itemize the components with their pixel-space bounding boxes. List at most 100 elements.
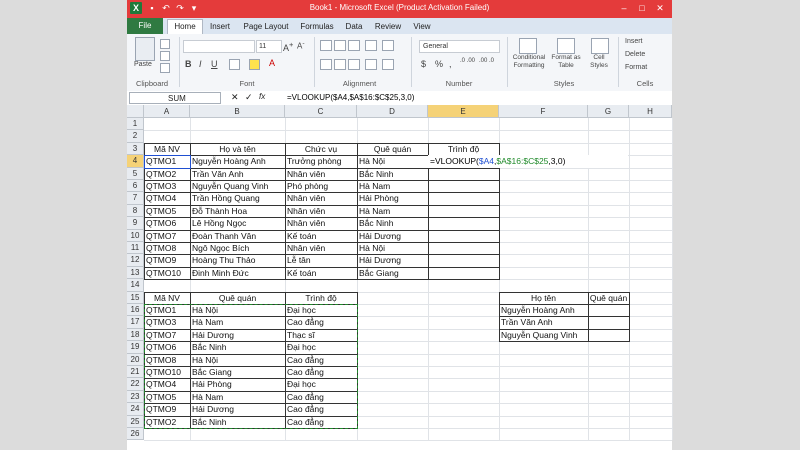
table1-cell[interactable]: Phó phòng	[285, 180, 357, 192]
cell-styles-button[interactable]: Cell Styles	[585, 54, 613, 70]
row-header-14[interactable]: 14	[127, 279, 144, 292]
table1-cell[interactable]: QTMO5	[144, 205, 190, 217]
row-header-21[interactable]: 21	[127, 366, 144, 379]
row-header-12[interactable]: 12	[127, 254, 144, 267]
align-center-icon[interactable]	[334, 59, 346, 70]
table1-cell[interactable]: Trần Hồng Quang	[190, 192, 285, 204]
table1-cell[interactable]: Nhân viên	[285, 192, 357, 204]
fill-color-icon[interactable]	[249, 59, 260, 70]
row-header-13[interactable]: 13	[127, 266, 144, 280]
row-header-24[interactable]: 24	[127, 403, 144, 416]
number-format-select[interactable]: General	[419, 40, 500, 53]
column-header-d[interactable]: D	[357, 105, 428, 118]
tab-page-layout[interactable]: Page Layout	[239, 20, 293, 34]
paste-label[interactable]: Paste	[134, 61, 152, 68]
shrink-font-icon[interactable]: A-	[297, 40, 305, 51]
tab-file[interactable]: File	[127, 18, 163, 34]
table1-cell[interactable]: Trưởng phòng	[285, 155, 357, 167]
column-header-b[interactable]: B	[190, 105, 285, 118]
column-header-a[interactable]: A	[144, 105, 190, 118]
table1-cell[interactable]: Hà Nội	[357, 155, 428, 167]
tab-review[interactable]: Review	[371, 20, 405, 34]
table1-cell[interactable]: Hải Dương	[357, 230, 428, 242]
row-header-18[interactable]: 18	[127, 328, 144, 342]
row-header-1[interactable]: 1	[127, 118, 144, 131]
row-header-3[interactable]: 3	[127, 142, 144, 156]
comma-style-button[interactable]: ,	[449, 59, 452, 69]
table1-cell[interactable]: QTMO2	[144, 168, 190, 180]
row-header-10[interactable]: 10	[127, 229, 144, 242]
format-cells-button[interactable]: Format	[625, 64, 647, 71]
paste-icon[interactable]	[135, 37, 155, 61]
table3-cell[interactable]	[588, 316, 629, 328]
row-header-6[interactable]: 6	[127, 180, 144, 193]
table1-cell[interactable]: Nhân viên	[285, 205, 357, 217]
conditional-formatting-button[interactable]: Conditional Formatting	[511, 54, 547, 70]
row-header-16[interactable]: 16	[127, 304, 144, 317]
middle-align-icon[interactable]	[334, 40, 346, 51]
align-left-icon[interactable]	[320, 59, 332, 70]
table1-cell[interactable]: Bắc Ninh	[357, 217, 428, 229]
worksheet-grid[interactable]: ABCDEFGH 1 2 3 4 5 6 7 8 9 10 11 12 13 14 15 16 17 18 19 20…	[127, 105, 673, 450]
table1-cell[interactable]: QTMO3	[144, 180, 190, 192]
select-all-corner[interactable]	[127, 105, 144, 118]
row-header-7[interactable]: 7	[127, 192, 144, 205]
row-header-20[interactable]: 20	[127, 353, 144, 366]
row-header-8[interactable]: 8	[127, 204, 144, 218]
table1-cell[interactable]: Đỗ Thành Hoa	[190, 205, 285, 217]
format-as-table-button[interactable]: Format as Table	[551, 54, 581, 70]
accounting-format-button[interactable]: $	[421, 59, 426, 69]
indent-icon[interactable]	[365, 59, 377, 70]
wrap-text-icon[interactable]	[382, 40, 394, 51]
row-header-11[interactable]: 11	[127, 242, 144, 255]
column-header-e[interactable]: E	[428, 105, 499, 118]
active-cell-editor[interactable]: =VLOOKUP($A4,$A$16:$C$25,3,0)	[428, 155, 628, 168]
table1-cell[interactable]: Nhân viên	[285, 168, 357, 180]
cell-styles-icon[interactable]	[591, 38, 609, 54]
table1-cell[interactable]: Hà Nam	[357, 180, 428, 192]
tab-view[interactable]: View	[409, 20, 435, 34]
table1-cell[interactable]: QTMO8	[144, 242, 190, 254]
table3-cell[interactable]: Trần Văn Anh	[499, 316, 588, 328]
top-align-icon[interactable]	[320, 40, 332, 51]
conditional-formatting-icon[interactable]	[519, 38, 537, 54]
insert-function-icon[interactable]: fx	[259, 92, 265, 101]
row-header-15[interactable]: 15	[127, 291, 144, 304]
table1-cell[interactable]: Hà Nam	[357, 205, 428, 217]
table3-cell[interactable]: Nguyễn Hoàng Anh	[499, 304, 588, 316]
table3-cell[interactable]: Nguyễn Quang Vinh	[499, 329, 588, 341]
table1-cell[interactable]: Nguyễn Quang Vinh	[190, 180, 285, 192]
table3-cell[interactable]	[588, 304, 629, 316]
table1-cell[interactable]: Kế toán	[285, 230, 357, 242]
table1-cell[interactable]: Nhân viên	[285, 217, 357, 229]
minimize-button[interactable]: –	[615, 0, 633, 16]
table1-cell[interactable]: QTMO9	[144, 254, 190, 266]
table1-cell[interactable]: Lê Hồng Ngọc	[190, 217, 285, 229]
borders-icon[interactable]	[229, 59, 240, 70]
cancel-icon[interactable]: ✕	[231, 92, 239, 103]
table1-header[interactable]: Quê quán	[357, 143, 428, 155]
table1-cell[interactable]: Hải Phòng	[357, 192, 428, 204]
enter-icon[interactable]: ✓	[245, 92, 253, 103]
row-header-2[interactable]: 2	[127, 130, 144, 143]
row-header-9[interactable]: 9	[127, 217, 144, 230]
table3-cell[interactable]	[588, 329, 629, 341]
table1-cell[interactable]: Bắc Ninh	[357, 168, 428, 180]
copy-icon[interactable]	[160, 51, 170, 61]
bold-button[interactable]: B	[185, 59, 192, 69]
bottom-align-icon[interactable]	[348, 40, 360, 51]
cut-icon[interactable]	[160, 39, 170, 49]
font-size-select[interactable]: 11	[256, 40, 282, 53]
table1-cell[interactable]: Hải Dương	[357, 254, 428, 266]
merge-center-icon[interactable]	[382, 59, 394, 70]
table1-cell[interactable]: Trần Văn Anh	[190, 168, 285, 180]
tab-insert[interactable]: Insert	[205, 20, 235, 34]
orientation-icon[interactable]	[365, 40, 377, 51]
insert-cells-button[interactable]: Insert	[625, 38, 643, 45]
table1-header[interactable]: Trình độ	[428, 143, 499, 155]
row-header-17[interactable]: 17	[127, 316, 144, 329]
column-header-h[interactable]: H	[629, 105, 672, 118]
row-header-23[interactable]: 23	[127, 390, 144, 404]
table1-cell[interactable]: Kế toán	[285, 267, 357, 279]
column-header-g[interactable]: G	[588, 105, 629, 118]
